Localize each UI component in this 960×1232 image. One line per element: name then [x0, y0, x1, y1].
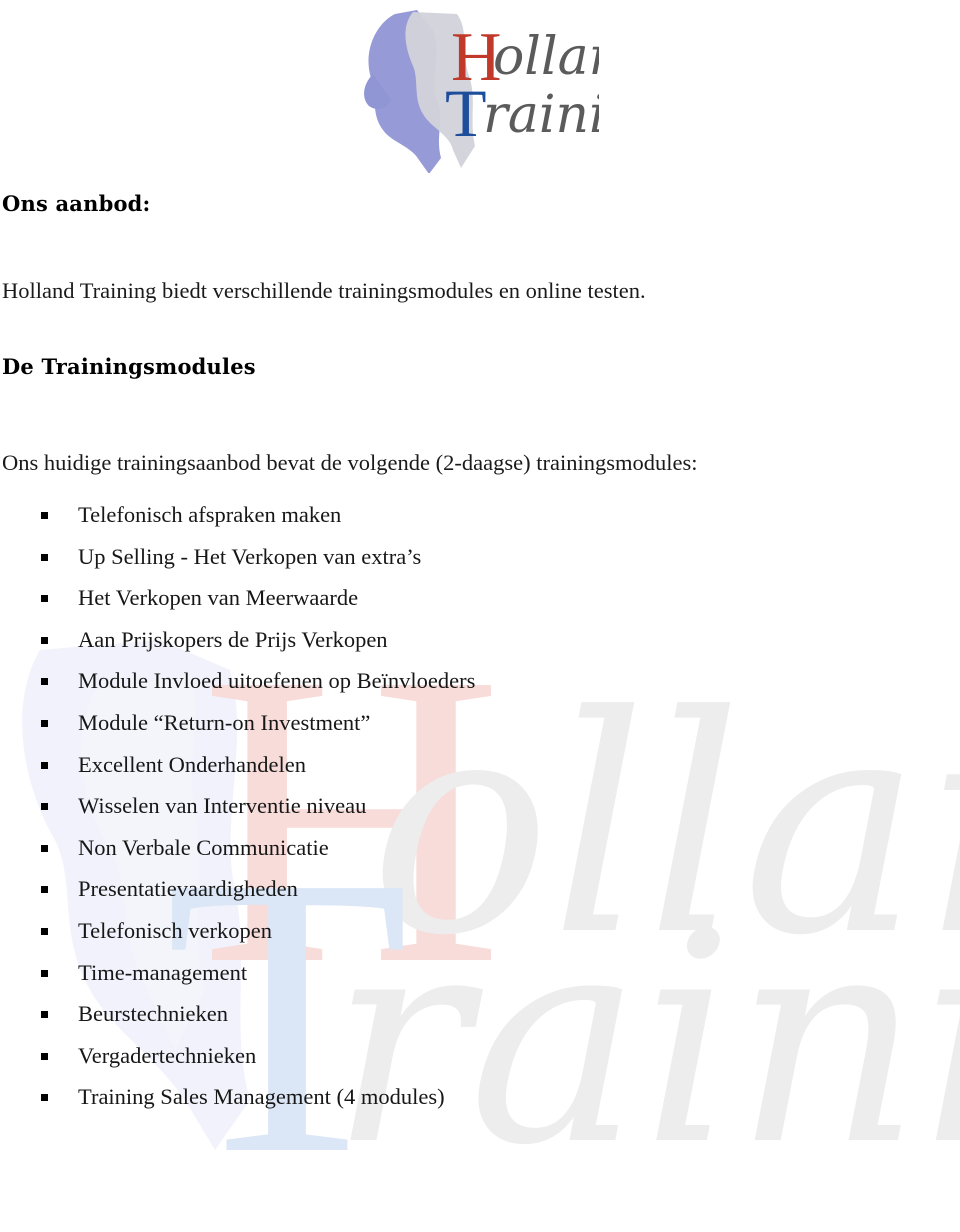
module-list-item: Het Verkopen van Meerwaarde [0, 583, 900, 625]
logo-word-holland: olland [493, 27, 599, 87]
ons-aanbod-heading: Ons aanbod: [2, 191, 151, 217]
square-bullet-icon [41, 553, 48, 561]
module-list: Telefonisch afspraken maken Up Selling - … [0, 500, 900, 1124]
square-bullet-icon [41, 719, 48, 727]
logo-initial-t: T [445, 75, 487, 151]
module-list-item-label: Non Verbale Communicatie [78, 834, 329, 860]
de-trainingsmodules-heading: De Trainingsmodules [2, 354, 256, 380]
module-list-item: Beurstechnieken [0, 999, 900, 1041]
module-list-item: Telefonisch verkopen [0, 916, 900, 958]
module-list-item: Excellent Onderhandelen [0, 750, 900, 792]
module-list-item-label: Module “Return-on Investment” [78, 709, 371, 735]
module-list-item-label: Beurstechnieken [78, 1001, 228, 1027]
module-list-item-label: Excellent Onderhandelen [78, 751, 307, 777]
module-list-item: Presentatievaardigheden [0, 874, 900, 916]
module-list-item-label: Wisselen van Interventie niveau [78, 793, 367, 819]
module-list-item: Training Sales Management (4 modules) [0, 1082, 900, 1124]
square-bullet-icon [41, 761, 48, 769]
square-bullet-icon [41, 512, 48, 519]
module-list-item-label: Time-management [78, 959, 248, 985]
module-list-item-label: Presentatievaardigheden [78, 876, 298, 902]
square-bullet-icon [41, 678, 48, 686]
module-list-item-label: Telefonisch afspraken maken [78, 502, 342, 527]
square-bullet-icon [41, 844, 48, 852]
square-bullet-icon [41, 1052, 48, 1060]
module-list-item: Up Selling - Het Verkopen van extra’s [0, 542, 900, 584]
module-list-item: Module “Return-on Investment” [0, 708, 900, 750]
module-list-item-label: Het Verkopen van Meerwaarde [78, 585, 359, 611]
document-page: H olland T raining H olland T raining On… [0, 0, 960, 1232]
square-bullet-icon [41, 803, 48, 811]
square-bullet-icon [41, 1011, 48, 1019]
square-bullet-icon [41, 969, 48, 977]
module-list-item-label: Telefonisch verkopen [78, 917, 272, 943]
square-bullet-icon [41, 927, 48, 935]
module-list-item: Wisselen van Interventie niveau [0, 791, 900, 833]
module-list-item-label: Aan Prijskopers de Prijs Verkopen [78, 626, 388, 652]
module-list-item: Vergadertechnieken [0, 1041, 900, 1083]
module-list-item: Telefonisch afspraken maken [0, 500, 900, 542]
module-list-item: Non Verbale Communicatie [0, 833, 900, 875]
square-bullet-icon [41, 636, 48, 644]
module-list-item-label: Training Sales Management (4 modules) [78, 1084, 445, 1110]
intro-paragraph: Holland Training biedt verschillende tra… [2, 277, 646, 303]
module-list-item: Module Invloed uitoefenen op Beïnvloeder… [0, 666, 900, 708]
modules-lead-paragraph: Ons huidige trainingsaanbod bevat de vol… [2, 449, 698, 475]
module-list-item-label: Vergadertechnieken [78, 1042, 257, 1068]
square-bullet-icon [41, 886, 48, 894]
module-list-item: Time-management [0, 958, 900, 1000]
module-list-item-label: Module Invloed uitoefenen op Beïnvloeder… [78, 668, 476, 694]
module-list-item: Aan Prijskopers de Prijs Verkopen [0, 625, 900, 667]
holland-training-logo: H olland T raining [357, 8, 599, 173]
logo-word-training: raining [483, 85, 599, 145]
square-bullet-icon [41, 595, 48, 603]
module-list-item-label: Up Selling - Het Verkopen van extra’s [78, 543, 422, 569]
square-bullet-icon [41, 1094, 48, 1102]
